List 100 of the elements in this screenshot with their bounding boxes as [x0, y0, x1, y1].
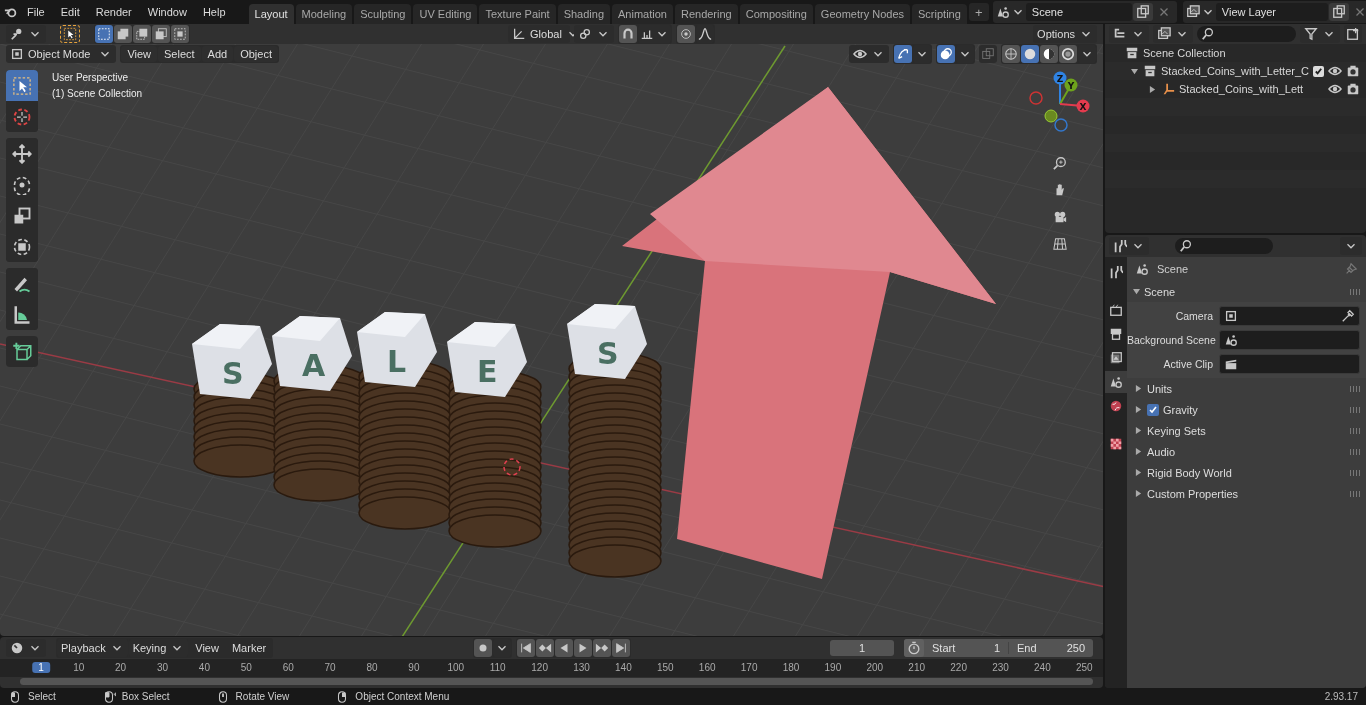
tool-button[interactable]	[60, 25, 80, 43]
end-frame-field[interactable]: End 250	[1008, 642, 1093, 654]
playback-button[interactable]	[573, 639, 592, 657]
workspace-tab[interactable]: Animation	[612, 4, 673, 24]
timeline-menu[interactable]: View	[189, 640, 225, 656]
expand-toggle[interactable]	[1133, 406, 1143, 413]
select-mode-button[interactable]	[133, 25, 151, 43]
proportional-button[interactable]	[677, 25, 696, 43]
outliner-item[interactable]: Scene Collection	[1143, 47, 1360, 59]
pivot-dropdown[interactable]	[574, 25, 615, 43]
copy-button[interactable]	[1132, 3, 1153, 21]
playback-button[interactable]	[592, 639, 611, 657]
checkbox[interactable]	[1147, 403, 1159, 416]
clip-field[interactable]	[1219, 354, 1360, 374]
shading-button[interactable]	[1059, 45, 1077, 63]
filter-dropdown[interactable]	[1300, 25, 1340, 43]
copy-button[interactable]	[1328, 3, 1349, 21]
shading-icon	[1023, 47, 1037, 61]
panel-header[interactable]: Keying Sets	[1147, 424, 1206, 437]
menu-item[interactable]: Help	[195, 3, 233, 21]
panel-header[interactable]: Audio	[1147, 445, 1176, 458]
outliner-item[interactable]: Stacked_Coins_with_Letter_C	[1161, 65, 1309, 77]
camera-field[interactable]	[1219, 306, 1360, 326]
expand-toggle[interactable]	[1147, 85, 1157, 93]
gizmo-axis[interactable]: X	[1059, 99, 1090, 113]
overlay-toggle[interactable]	[937, 45, 955, 63]
gizmo-axis[interactable]: Z	[1053, 71, 1067, 105]
shading-button[interactable]	[1021, 45, 1039, 63]
panel-header[interactable]: Gravity	[1163, 403, 1198, 416]
properties-tab[interactable]	[1105, 371, 1127, 393]
workspace-tab[interactable]: Sculpting	[354, 4, 412, 24]
exclude-checkbox[interactable]	[1313, 65, 1324, 77]
menu-item[interactable]: Render	[88, 3, 139, 21]
timeline-menu[interactable]: Marker	[225, 640, 273, 656]
select-mode-button[interactable]	[171, 25, 189, 43]
editor-type-button[interactable]	[6, 639, 46, 657]
falloff-button[interactable]	[696, 25, 715, 43]
frame-number: 210	[907, 662, 927, 673]
playback-button[interactable]	[554, 639, 573, 657]
image-layers-icon	[1185, 5, 1200, 19]
panel-header[interactable]: Units	[1147, 382, 1173, 395]
cursor-tool-icon	[12, 106, 32, 127]
expand-toggle[interactable]	[1133, 385, 1143, 392]
panel-header[interactable]: Rigid Body World	[1147, 466, 1232, 479]
scene-field[interactable]	[1219, 330, 1360, 350]
shading-button[interactable]	[1040, 45, 1058, 63]
mesh-object-icon	[1161, 82, 1175, 96]
view-layer-dropdown[interactable]	[1153, 25, 1193, 43]
scene-icon	[1109, 375, 1123, 389]
workspace-tab[interactable]: Geometry Nodes	[814, 4, 910, 24]
mode-dropdown[interactable]: Object Mode	[6, 45, 117, 63]
options-dropdown[interactable]: Options	[1033, 25, 1097, 43]
workspace-tab[interactable]: Texture Paint	[479, 4, 556, 24]
workspace-tab[interactable]: Shading	[557, 4, 611, 24]
menu-item[interactable]: File	[20, 3, 52, 21]
options-dropdown[interactable]	[1340, 237, 1362, 255]
current-frame-field[interactable]: 1	[830, 640, 894, 656]
timeline-scrollbar[interactable]	[20, 678, 1093, 685]
gizmo-axis-dot[interactable]	[1029, 91, 1043, 105]
visibility-dropdown[interactable]	[849, 45, 889, 63]
workspace-tab[interactable]: Scripting	[912, 4, 967, 24]
workspace-tab[interactable]: Rendering	[674, 4, 738, 24]
workspace-tab[interactable]: Layout	[248, 4, 294, 24]
select-mode-button[interactable]	[114, 25, 132, 43]
record-button[interactable]	[473, 639, 492, 657]
expand-toggle[interactable]	[1133, 469, 1143, 476]
display-mode-dropdown[interactable]	[1109, 25, 1149, 43]
new-collection-button[interactable]	[1344, 25, 1362, 43]
expand-toggle[interactable]	[1133, 448, 1143, 455]
add-workspace-button[interactable]: +	[968, 3, 989, 21]
shading-icon	[1004, 47, 1018, 61]
editor-type-button[interactable]	[1109, 237, 1149, 255]
menu-item[interactable]: Window	[140, 3, 194, 21]
workspace-tab[interactable]: UV Editing	[413, 4, 478, 24]
search-field[interactable]	[1175, 238, 1273, 254]
menu-item[interactable]: Edit	[53, 3, 87, 21]
xray-toggle[interactable]	[979, 45, 997, 63]
search-field[interactable]	[1197, 26, 1296, 42]
scene-field[interactable]: Scene	[1025, 3, 1132, 21]
playback-button[interactable]	[535, 639, 554, 657]
workspace-tab[interactable]: Compositing	[739, 4, 813, 24]
orientation-dropdown[interactable]: Global	[508, 25, 571, 43]
select-mode-button[interactable]	[152, 25, 170, 43]
snap-button[interactable]	[619, 25, 638, 43]
panel-header[interactable]: Custom Properties	[1147, 487, 1239, 500]
expand-toggle[interactable]	[1133, 427, 1143, 434]
view-layer-field[interactable]: View Layer	[1215, 3, 1328, 21]
gizmo-toggle[interactable]	[894, 45, 912, 63]
expand-toggle[interactable]	[1133, 490, 1143, 497]
gizmo-axis-dot[interactable]	[1054, 118, 1068, 132]
gizmo-axis-dot[interactable]	[1044, 109, 1058, 123]
editor-type-button[interactable]	[6, 25, 46, 43]
playback-button[interactable]	[611, 639, 630, 657]
playback-button[interactable]	[516, 639, 535, 657]
outliner-item[interactable]: Stacked_Coins_with_Lett	[1179, 83, 1324, 95]
workspace-tab[interactable]: Modeling	[295, 4, 353, 24]
start-frame-field[interactable]: Start 1	[924, 642, 1008, 654]
3d-cursor-icon	[503, 458, 521, 476]
expand-toggle[interactable]	[1129, 67, 1139, 75]
select-mode-button[interactable]	[95, 25, 113, 43]
